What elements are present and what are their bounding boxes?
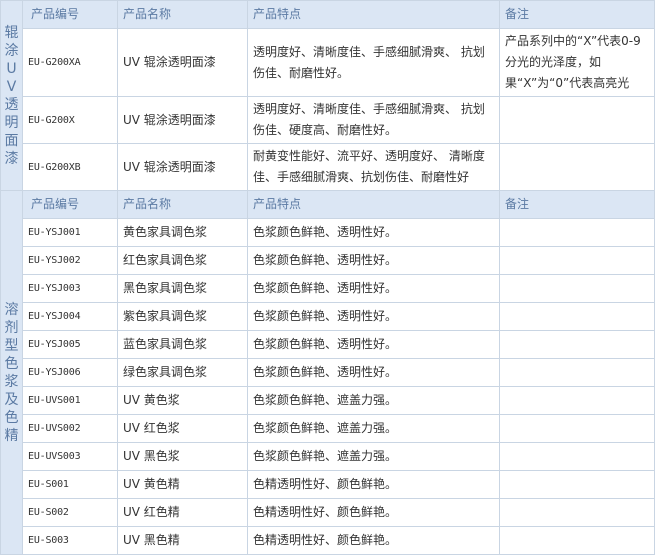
- product-name: UV 黑色精: [117, 526, 248, 555]
- product-name: UV 辊涂透明面漆: [117, 143, 248, 191]
- product-code: EU-S003: [22, 526, 118, 555]
- product-name: 黑色家具调色浆: [117, 274, 248, 303]
- product-features: 色浆颜色鲜艳、透明性好。: [247, 302, 500, 331]
- product-features: 色浆颜色鲜艳、透明性好。: [247, 358, 500, 387]
- product-code: EU-YSJ004: [22, 302, 118, 331]
- product-features: 透明度好、清晰度佳、手感细腻滑爽、 抗划伤佳、耐磨性好。: [247, 28, 500, 97]
- product-features: 色浆颜色鲜艳、透明性好。: [247, 218, 500, 247]
- product-features: 色浆颜色鲜艳、透明性好。: [247, 274, 500, 303]
- category-cell: 溶剂型色浆及色精: [0, 190, 23, 555]
- product-name: UV 红色浆: [117, 414, 248, 443]
- header-row: 溶剂型色浆及色精 产品编号 产品名称 产品特点 备注: [0, 190, 655, 555]
- table-row: EU-YSJ001 黄色家具调色浆 色浆颜色鲜艳、透明性好。: [1, 218, 655, 247]
- product-code: EU-G200X: [22, 96, 118, 144]
- product-code: EU-YSJ003: [22, 274, 118, 303]
- product-name: UV 辊涂透明面漆: [117, 28, 248, 97]
- header-features: 产品特点: [247, 190, 500, 219]
- product-name: 红色家具调色浆: [117, 246, 248, 275]
- product-features: 色精透明性好、颜色鲜艳。: [247, 498, 500, 527]
- product-notes: [499, 218, 655, 247]
- product-name: UV 黄色精: [117, 470, 248, 499]
- product-code: EU-G200XA: [22, 28, 118, 97]
- product-notes: [499, 143, 655, 191]
- product-notes: [499, 96, 655, 144]
- header-code: 产品编号: [22, 0, 118, 29]
- product-code: EU-UVS002: [22, 414, 118, 443]
- product-name: 绿色家具调色浆: [117, 358, 248, 387]
- header-row: 辊涂UV透明面漆 产品编号 产品名称 产品特点 备注: [0, 0, 655, 191]
- product-code: EU-YSJ005: [22, 330, 118, 359]
- header-notes: 备注: [499, 190, 655, 219]
- product-name: UV 辊涂透明面漆: [117, 96, 248, 144]
- product-features: 色浆颜色鲜艳、遮盖力强。: [247, 442, 500, 471]
- product-code: EU-S002: [22, 498, 118, 527]
- product-notes: [499, 274, 655, 303]
- header-name: 产品名称: [117, 190, 248, 219]
- product-notes: [499, 414, 655, 443]
- table-row: EU-YSJ006 绿色家具调色浆 色浆颜色鲜艳、透明性好。: [1, 358, 655, 387]
- product-features: 色浆颜色鲜艳、遮盖力强。: [247, 386, 500, 415]
- table-row: EU-UVS003 UV 黑色浆 色浆颜色鲜艳、遮盖力强。: [1, 442, 655, 471]
- product-name: UV 黑色浆: [117, 442, 248, 471]
- category-cell: 辊涂UV透明面漆: [0, 0, 23, 191]
- product-notes: [499, 330, 655, 359]
- table-row: EU-G200X UV 辊涂透明面漆 透明度好、清晰度佳、手感细腻滑爽、 抗划伤…: [1, 96, 655, 144]
- product-notes: [499, 358, 655, 387]
- table-row: EU-S002 UV 红色精 色精透明性好、颜色鲜艳。: [1, 498, 655, 527]
- header-features: 产品特点: [247, 0, 500, 29]
- table-row: EU-YSJ004 紫色家具调色浆 色浆颜色鲜艳、透明性好。: [1, 302, 655, 331]
- header-notes: 备注: [499, 0, 655, 29]
- product-name: UV 黄色浆: [117, 386, 248, 415]
- category-label: 辊涂UV透明面漆: [4, 24, 19, 167]
- product-table: 辊涂UV透明面漆 产品编号 产品名称 产品特点 备注 EU-G200XA UV …: [0, 0, 655, 555]
- product-code: EU-YSJ002: [22, 246, 118, 275]
- table-row: EU-UVS001 UV 黄色浆 色浆颜色鲜艳、遮盖力强。: [1, 386, 655, 415]
- header-name: 产品名称: [117, 0, 248, 29]
- product-features: 色精透明性好、颜色鲜艳。: [247, 526, 500, 555]
- product-notes: [499, 526, 655, 555]
- table-row: EU-G200XA UV 辊涂透明面漆 透明度好、清晰度佳、手感细腻滑爽、 抗划…: [1, 28, 655, 97]
- product-features: 色浆颜色鲜艳、透明性好。: [247, 246, 500, 275]
- table-row: EU-S001 UV 黄色精 色精透明性好、颜色鲜艳。: [1, 470, 655, 499]
- table-row: EU-YSJ002 红色家具调色浆 色浆颜色鲜艳、透明性好。: [1, 246, 655, 275]
- product-notes: [499, 442, 655, 471]
- product-notes: [499, 302, 655, 331]
- category-label: 溶剂型色浆及色精: [4, 301, 19, 444]
- product-code: EU-YSJ006: [22, 358, 118, 387]
- product-code: EU-YSJ001: [22, 218, 118, 247]
- table-row: EU-YSJ003 黑色家具调色浆 色浆颜色鲜艳、透明性好。: [1, 274, 655, 303]
- product-notes: [499, 386, 655, 415]
- header-code: 产品编号: [22, 190, 118, 219]
- product-features: 色浆颜色鲜艳、遮盖力强。: [247, 414, 500, 443]
- product-notes: [499, 246, 655, 275]
- product-name: 蓝色家具调色浆: [117, 330, 248, 359]
- table-row: EU-S003 UV 黑色精 色精透明性好、颜色鲜艳。: [1, 526, 655, 555]
- product-notes: [499, 498, 655, 527]
- table-row: EU-UVS002 UV 红色浆 色浆颜色鲜艳、遮盖力强。: [1, 414, 655, 443]
- product-features: 色浆颜色鲜艳、透明性好。: [247, 330, 500, 359]
- table-row: EU-YSJ005 蓝色家具调色浆 色浆颜色鲜艳、透明性好。: [1, 330, 655, 359]
- product-code: EU-UVS001: [22, 386, 118, 415]
- product-features: 透明度好、清晰度佳、手感细腻滑爽、 抗划伤佳、硬度高、耐磨性好。: [247, 96, 500, 144]
- product-features: 耐黄变性能好、流平好、透明度好、 清晰度佳、手感细腻滑爽、抗划伤佳、耐磨性好: [247, 143, 500, 191]
- product-name: 黄色家具调色浆: [117, 218, 248, 247]
- product-features: 色精透明性好、颜色鲜艳。: [247, 470, 500, 499]
- product-name: 紫色家具调色浆: [117, 302, 248, 331]
- product-name: UV 红色精: [117, 498, 248, 527]
- product-code: EU-G200XB: [22, 143, 118, 191]
- product-code: EU-S001: [22, 470, 118, 499]
- table-row: EU-G200XB UV 辊涂透明面漆 耐黄变性能好、流平好、透明度好、 清晰度…: [1, 143, 655, 191]
- product-notes: 产品系列中的“X”代表0-9分光的光泽度，如果“X”为“0”代表高亮光: [499, 28, 655, 97]
- product-code: EU-UVS003: [22, 442, 118, 471]
- product-notes: [499, 470, 655, 499]
